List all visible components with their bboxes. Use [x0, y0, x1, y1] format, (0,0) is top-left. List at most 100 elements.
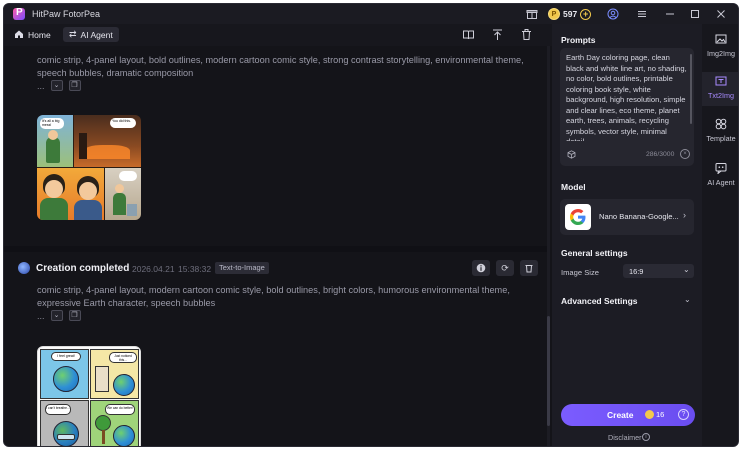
speech-bubble: We can do better!	[105, 404, 135, 415]
settings-panel: Prompts Earth Day coloring page, clean b…	[552, 24, 702, 446]
character	[74, 200, 102, 220]
character-head	[45, 180, 63, 198]
comic-panel: I feel great!	[40, 349, 89, 399]
tab-ai-agent[interactable]: ⇄ AI Agent	[63, 27, 119, 42]
menu-icon[interactable]	[636, 8, 648, 20]
sidebar-item-img2img[interactable]: Img2Img	[702, 30, 738, 64]
sink	[127, 204, 137, 216]
prompt-text-2: comic strip, 4-panel layout, modern cart…	[37, 284, 532, 309]
app-window: HitPaw FotorPea P 597 + H	[3, 3, 739, 447]
chevron-down-icon[interactable]: ⌄	[684, 295, 691, 304]
info-button[interactable]	[472, 260, 490, 276]
chevron-right-icon: ›	[683, 210, 686, 220]
speech-bubble: It's all a big mess!	[40, 118, 64, 129]
tree	[95, 415, 111, 431]
minimize-icon[interactable]	[664, 8, 676, 20]
sidebar-label: Template	[706, 134, 736, 143]
help-icon[interactable]: ?	[678, 409, 689, 420]
prompt-line: symbols, vector style, minimal detail,	[566, 126, 667, 142]
image-size-value: 16:9	[629, 267, 644, 276]
earth-character	[53, 366, 79, 392]
prompt-line: coloring book style, white	[566, 84, 651, 94]
sidebar-item-template[interactable]: Template	[702, 115, 738, 149]
tab-bar: Home ⇄ AI Agent	[4, 24, 552, 46]
title-bar: HitPaw FotorPea P 597 +	[4, 4, 738, 24]
feed-divider	[4, 246, 547, 252]
creation-header: Creation completed 2026.04.21 15:38:32 T…	[18, 260, 538, 278]
sidebar-label: Txt2Img	[708, 91, 734, 100]
coin-icon: P	[548, 8, 560, 20]
trash-icon[interactable]	[519, 28, 533, 42]
sidebar-label: Img2Img	[707, 49, 735, 58]
comic-panel	[37, 168, 104, 220]
regenerate-button[interactable]: ⟳	[496, 260, 514, 276]
credits-balance[interactable]: P 597 +	[548, 7, 592, 21]
clear-prompt-icon[interactable]: ×	[680, 149, 690, 159]
model-heading: Model	[561, 182, 586, 192]
prompt-input[interactable]: Earth Day coloring page, clean black and…	[560, 48, 694, 166]
sidebar-item-txt2img[interactable]: Txt2Img	[702, 72, 738, 106]
prompt-actions-2: ... ⌄ ❐	[37, 310, 81, 321]
book-icon[interactable]	[461, 28, 475, 42]
upload-icon[interactable]	[490, 28, 504, 42]
expand-button[interactable]: ⌄	[50, 80, 63, 91]
comic-panel: I can't breathe...	[40, 400, 89, 446]
copy-button[interactable]: ❐	[68, 310, 81, 321]
ellipsis-text: ...	[37, 310, 45, 321]
prompt-line: comic strip, 4-panel layout, bold outlin…	[37, 55, 524, 65]
prompt-scrollbar[interactable]	[690, 54, 692, 124]
copy-button[interactable]: ❐	[68, 80, 81, 91]
maximize-icon[interactable]	[689, 8, 701, 20]
advanced-settings-toggle[interactable]: Advanced Settings	[561, 296, 638, 306]
tab-home[interactable]: Home	[8, 27, 57, 42]
gift-icon[interactable]	[526, 8, 538, 20]
character-head	[79, 182, 97, 200]
creation-title: Creation completed	[36, 263, 130, 274]
creation-feed[interactable]: comic strip, 4-panel layout, bold outlin…	[4, 46, 552, 446]
result-image-2[interactable]: I feel great! Just noticed this... I can…	[37, 346, 141, 446]
close-icon[interactable]	[715, 8, 727, 20]
create-button[interactable]: Create 16 ?	[561, 404, 695, 426]
sidebar-label: AI Agent	[707, 178, 735, 187]
avatar	[18, 262, 30, 274]
result-image-1[interactable]: It's all a big mess! You did this.	[37, 115, 141, 220]
creation-date: 2026.04.21	[132, 264, 175, 274]
image-icon	[715, 33, 727, 45]
fire	[84, 145, 130, 159]
delete-button[interactable]	[520, 260, 538, 276]
prompt-line: black and white line art, no shading,	[566, 63, 687, 73]
character	[113, 193, 126, 215]
speech-bubble: I can't breathe...	[45, 404, 71, 415]
sidebar-item-ai-agent[interactable]: AI Agent	[702, 159, 738, 193]
model-name: Nano Banana-Google...	[599, 212, 679, 221]
chevron-down-icon: ⌄	[683, 265, 690, 274]
app-logo	[13, 7, 25, 20]
coin-icon	[645, 410, 654, 419]
speech-bubble	[119, 171, 137, 181]
mode-badge: Text-to-Image	[215, 262, 269, 274]
image-size-select[interactable]: 16:9 ⌄	[623, 264, 694, 278]
user-icon[interactable]	[607, 8, 619, 20]
prompt-actions-1: ... ⌄ ❐	[37, 80, 81, 91]
comic-panel: It's all a big mess!	[37, 115, 73, 167]
tab-home-label: Home	[28, 29, 51, 40]
feed-scrollbar-thumb[interactable]	[547, 316, 550, 426]
agent-icon	[715, 162, 727, 175]
text-image-icon	[715, 75, 727, 87]
credits-value: 597	[563, 9, 578, 19]
info-icon[interactable]: i	[642, 433, 650, 441]
character-head	[115, 184, 124, 193]
google-logo-icon	[565, 204, 591, 230]
model-selector[interactable]: Nano Banana-Google... ›	[560, 199, 694, 235]
earth-character	[113, 425, 135, 446]
prompt-line: no color, bold outlines, printable	[566, 74, 673, 83]
tool-sidebar: Img2Img Txt2Img Template AI Agent	[702, 24, 738, 446]
cube-icon[interactable]	[567, 150, 576, 161]
expand-button[interactable]: ⌄	[50, 310, 63, 321]
add-credits-icon[interactable]: +	[580, 8, 592, 20]
prompt-input-text[interactable]: Earth Day coloring page, clean black and…	[566, 53, 687, 141]
home-icon	[14, 29, 24, 41]
create-cost: 16	[656, 410, 665, 419]
earth-character	[113, 374, 135, 396]
disclaimer-link[interactable]: Disclaimer	[608, 433, 642, 442]
